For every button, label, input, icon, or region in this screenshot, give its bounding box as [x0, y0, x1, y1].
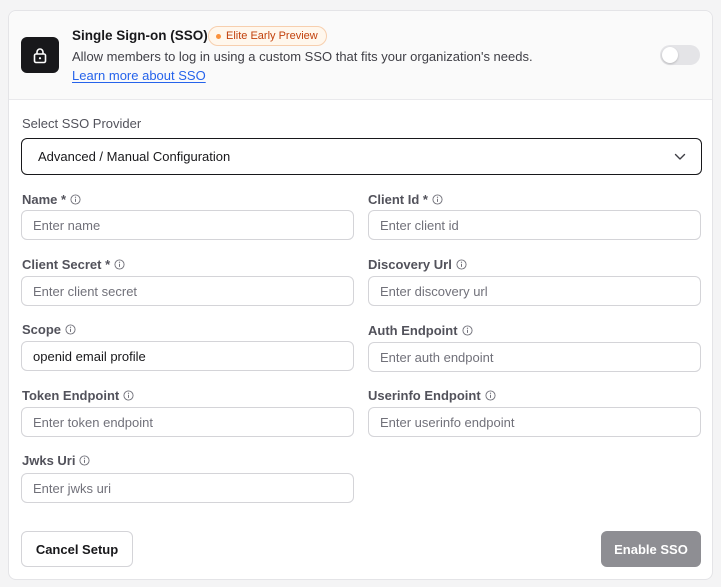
userinfo-endpoint-label: Userinfo Endpoint	[368, 388, 496, 403]
client-id-label: Client Id *	[368, 192, 443, 207]
client-secret-input[interactable]	[21, 276, 354, 306]
badge-dot-icon	[216, 33, 221, 39]
sso-settings-card: Single Sign-on (SSO) Elite Early Preview…	[8, 10, 713, 580]
userinfo-endpoint-input[interactable]	[368, 407, 701, 437]
discovery-url-input[interactable]	[368, 276, 701, 306]
info-icon	[65, 324, 76, 335]
discovery-url-label: Discovery Url	[368, 257, 467, 272]
learn-more-link[interactable]: Learn more about SSO	[72, 68, 206, 83]
auth-endpoint-label-text: Auth Endpoint	[368, 323, 458, 338]
jwks-uri-label: Jwks Uri	[22, 453, 91, 468]
info-icon	[461, 325, 473, 336]
sso-provider-select[interactable]: Advanced / Manual Configuration	[21, 138, 702, 175]
provider-label-text: Select SSO Provider	[22, 116, 142, 131]
scope-label: Scope	[22, 322, 76, 337]
name-label: Name *	[22, 192, 81, 207]
client-secret-label: Client Secret *	[22, 257, 125, 272]
info-icon	[114, 259, 125, 270]
client-secret-label-text: Client Secret *	[22, 257, 111, 272]
sso-toggle[interactable]	[660, 45, 700, 65]
chevron-down-icon	[674, 153, 686, 160]
badge-label: Elite Early Preview	[226, 30, 318, 42]
token-endpoint-label-text: Token Endpoint	[22, 388, 120, 403]
info-icon	[70, 194, 81, 205]
info-icon	[79, 455, 91, 466]
client-id-label-text: Client Id *	[368, 192, 428, 207]
info-icon	[456, 259, 467, 270]
token-endpoint-input[interactable]	[21, 407, 354, 437]
auth-endpoint-input[interactable]	[368, 342, 701, 372]
scope-input[interactable]	[21, 341, 354, 371]
discovery-url-label-text: Discovery Url	[368, 257, 452, 272]
sso-description: Allow members to log in using a custom S…	[72, 49, 533, 64]
info-icon	[123, 390, 134, 401]
auth-endpoint-label: Auth Endpoint	[368, 323, 473, 338]
cancel-setup-button[interactable]: Cancel Setup	[21, 531, 133, 567]
sso-title: Single Sign-on (SSO)	[72, 28, 208, 43]
jwks-uri-input[interactable]	[21, 473, 354, 503]
name-label-text: Name *	[22, 192, 67, 207]
userinfo-endpoint-label-text: Userinfo Endpoint	[368, 388, 481, 403]
name-input[interactable]	[21, 210, 354, 240]
sso-header: Single Sign-on (SSO) Elite Early Preview…	[9, 11, 712, 100]
token-endpoint-label: Token Endpoint	[22, 388, 134, 403]
info-icon	[485, 390, 496, 401]
scope-label-text: Scope	[22, 322, 62, 337]
enable-sso-button[interactable]: Enable SSO	[601, 531, 701, 567]
provider-selected-value: Advanced / Manual Configuration	[38, 149, 231, 164]
early-preview-badge: Elite Early Preview	[208, 26, 327, 46]
toggle-knob	[662, 47, 678, 63]
client-id-input[interactable]	[368, 210, 701, 240]
provider-label: Select SSO Provider	[22, 116, 141, 131]
lock-icon	[21, 37, 59, 73]
info-icon	[432, 194, 443, 205]
jwks-uri-label-text: Jwks Uri	[22, 453, 76, 468]
